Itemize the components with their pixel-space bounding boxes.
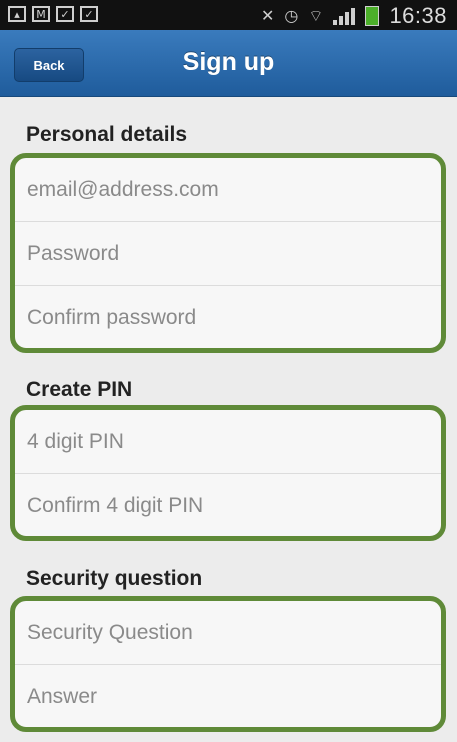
signal-icon [333,7,356,25]
pin-field[interactable]: 4 digit PIN [15,410,441,474]
answer-field[interactable]: Answer [15,665,441,727]
section-heading-personal-details: Personal details [26,123,188,146]
personal-details-group: email@address.com Password Confirm passw… [10,153,446,353]
mute-icon: ✕ [261,6,275,25]
mail-notification-icon: M [32,6,50,22]
check-notification-icon: ✓ [56,6,74,22]
confirm-pin-field[interactable]: Confirm 4 digit PIN [15,474,441,536]
battery-icon [365,6,380,26]
page-title: Sign up [182,48,275,76]
notification-icons: ▴ M ✓ ✓ [8,6,98,22]
email-field[interactable]: email@address.com [15,158,441,222]
section-heading-security-question: Security question [26,567,203,590]
section-heading-create-pin: Create PIN [26,378,133,401]
wifi-icon: ⌔ [308,6,324,25]
nav-header: Back Sign up [0,30,457,97]
password-field[interactable]: Password [15,222,441,286]
confirm-password-field[interactable]: Confirm password [15,286,441,348]
check-notification-icon-2: ✓ [80,6,98,22]
create-pin-group: 4 digit PIN Confirm 4 digit PIN [10,405,446,541]
system-icons: ✕ ◷ ⌔ 16:38 [261,3,447,29]
clock: 16:38 [389,3,447,28]
security-question-group: Security Question Answer [10,596,446,732]
picture-notification-icon: ▴ [8,6,26,22]
status-bar: ▴ M ✓ ✓ ✕ ◷ ⌔ 16:38 [0,0,457,30]
alarm-icon: ◷ [284,6,299,25]
security-question-field[interactable]: Security Question [15,601,441,665]
